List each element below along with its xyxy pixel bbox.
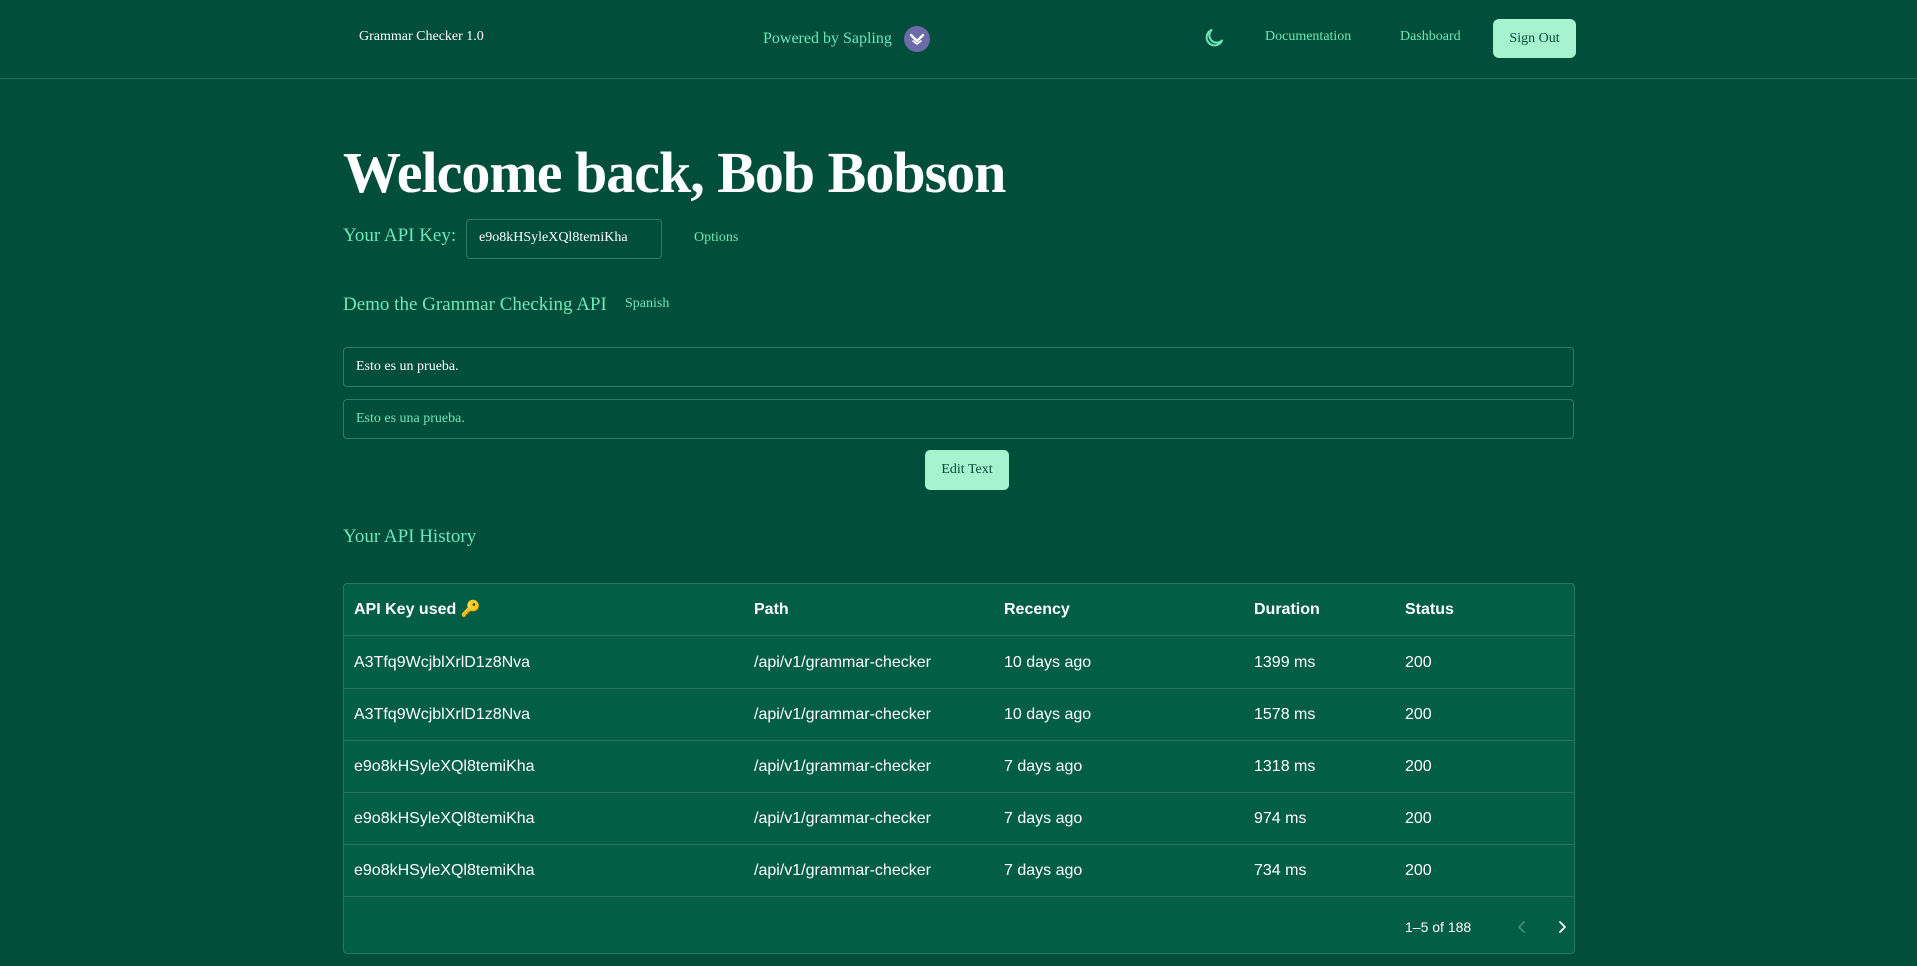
chevron-right-icon[interactable] [1550,915,1574,939]
cell-path: /api/v1/grammar-checker [754,758,931,775]
cell-duration: 974 ms [1254,810,1307,827]
pagination-count: 1–5 of 188 [1405,919,1472,935]
brand-title: Grammar Checker 1.0 [359,29,484,44]
sapling-logo-icon [903,26,930,52]
sign-out-button[interactable]: Sign Out [1493,19,1576,58]
cell-status: 200 [1405,810,1432,827]
column-header-status[interactable]: Status [1405,584,1454,636]
column-header-duration[interactable]: Duration [1254,584,1320,636]
cell-duration: 734 ms [1254,862,1307,879]
cell-path: /api/v1/grammar-checker [754,862,931,879]
column-header-path[interactable]: Path [754,584,789,636]
powered-by: Powered by Sapling [763,26,930,52]
table-row[interactable]: A3Tfq9WcjblXrlD1z8Nva /api/v1/grammar-ch… [344,637,1574,689]
cell-api-key: e9o8kHSyleXQl8temiKha [354,810,535,827]
api-history-table: API Key used 🔑 Path Recency Duration Sta… [343,583,1575,954]
language-selector[interactable]: Spanish [625,296,669,312]
cell-api-key: e9o8kHSyleXQl8temiKha [354,758,535,775]
corrected-text-output[interactable] [343,399,1574,439]
cell-path: /api/v1/grammar-checker [754,654,931,671]
cell-status: 200 [1405,758,1432,775]
cell-path: /api/v1/grammar-checker [754,706,931,723]
cell-duration: 1399 ms [1254,654,1316,671]
column-header-recency[interactable]: Recency [1004,584,1070,636]
table-header-row: API Key used 🔑 Path Recency Duration Sta… [344,584,1574,636]
page-title: Welcome back, Bob Bobson [343,140,1006,205]
table-row[interactable]: e9o8kHSyleXQl8temiKha /api/v1/grammar-ch… [344,845,1574,897]
edit-text-button[interactable]: Edit Text [925,450,1009,490]
column-header-key[interactable]: API Key used 🔑 [354,584,481,636]
dashboard-link[interactable]: Dashboard [1400,29,1461,45]
cell-duration: 1578 ms [1254,706,1316,723]
cell-recency: 10 days ago [1004,654,1092,671]
cell-api-key: e9o8kHSyleXQl8temiKha [354,862,535,879]
cell-recency: 7 days ago [1004,758,1083,775]
cell-recency: 7 days ago [1004,862,1083,879]
api-key-label: Your API Key: [343,225,457,246]
cell-path: /api/v1/grammar-checker [754,810,931,827]
cell-api-key: A3Tfq9WcjblXrlD1z8Nva [354,706,531,723]
cell-status: 200 [1405,862,1432,879]
options-link[interactable]: Options [694,230,738,246]
cell-api-key: A3Tfq9WcjblXrlD1z8Nva [354,654,531,671]
table-row[interactable]: e9o8kHSyleXQl8temiKha /api/v1/grammar-ch… [344,793,1574,845]
demo-text-input[interactable] [343,347,1574,387]
api-history-heading: Your API History [343,526,477,547]
chevron-left-icon[interactable] [1510,915,1534,939]
cell-duration: 1318 ms [1254,758,1316,775]
demo-heading: Demo the Grammar Checking API [343,294,607,315]
cell-status: 200 [1405,654,1432,671]
table-pagination: 1–5 of 188 [344,901,1574,953]
cell-recency: 10 days ago [1004,706,1092,723]
top-navbar: Grammar Checker 1.0 Powered by Sapling D… [0,0,1917,79]
table-row[interactable]: e9o8kHSyleXQl8temiKha /api/v1/grammar-ch… [344,741,1574,793]
cell-recency: 7 days ago [1004,810,1083,827]
powered-by-label: Powered by Sapling [763,30,892,47]
api-key-field[interactable]: e9o8kHSyleXQl8temiKha [466,219,662,259]
moon-icon[interactable] [1202,26,1226,50]
documentation-link[interactable]: Documentation [1265,29,1351,45]
cell-status: 200 [1405,706,1432,723]
table-row[interactable]: A3Tfq9WcjblXrlD1z8Nva /api/v1/grammar-ch… [344,689,1574,741]
